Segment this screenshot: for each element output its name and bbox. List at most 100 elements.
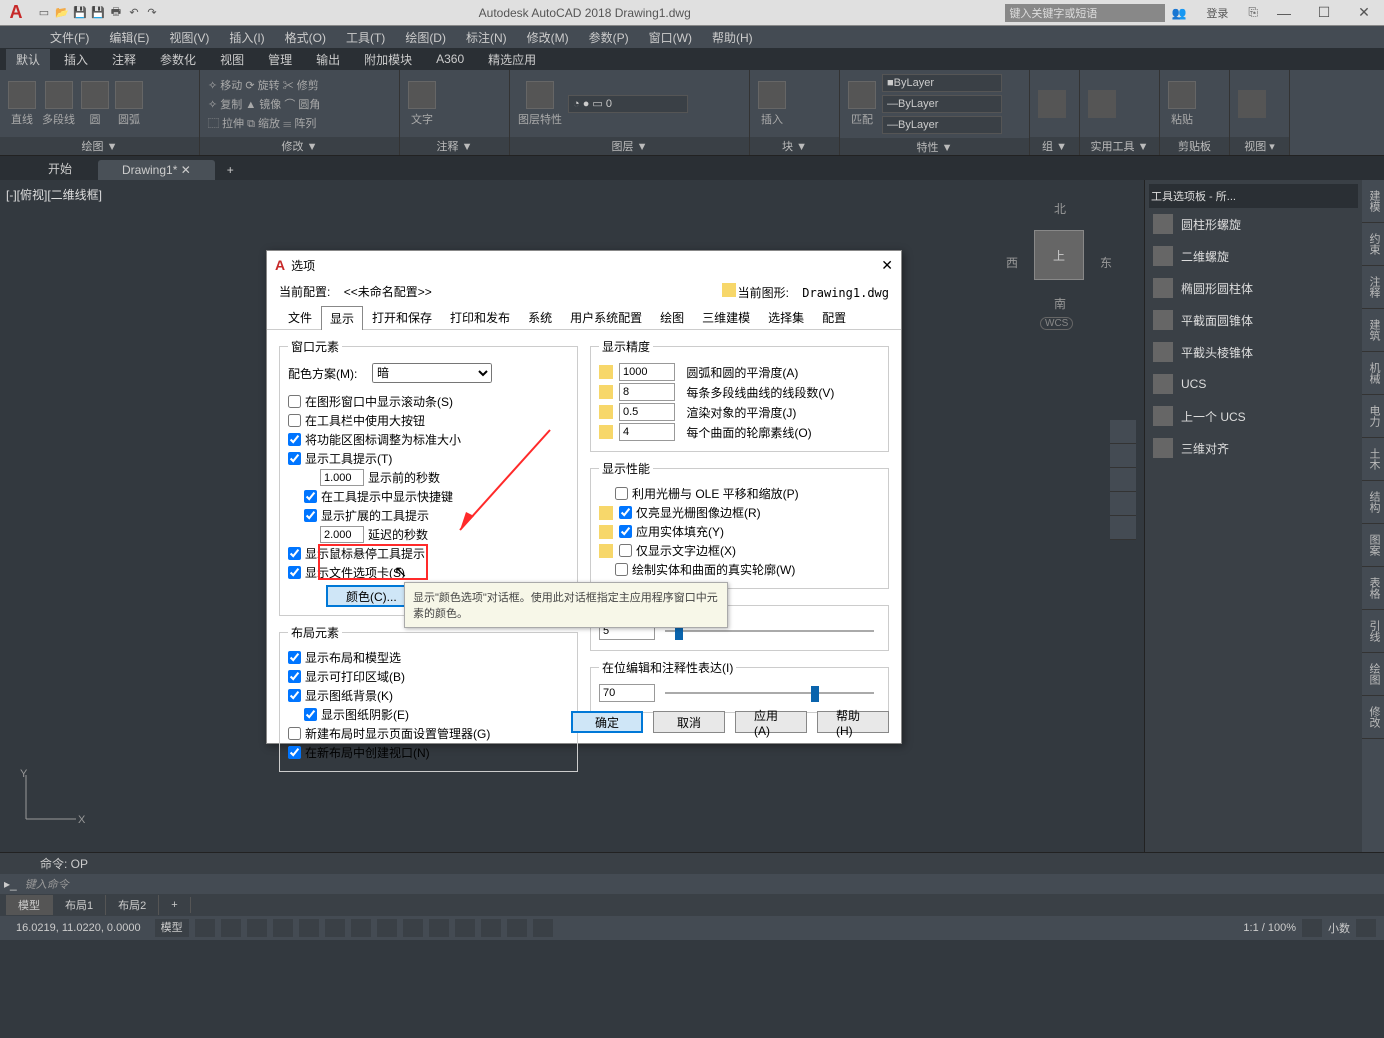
menu-help[interactable]: 帮助(H) — [702, 29, 763, 46]
ribbon-tab-addins[interactable]: 附加模块 — [354, 49, 422, 70]
vtab-hatch[interactable]: 图案 — [1362, 524, 1384, 567]
status-am-icon[interactable] — [533, 919, 553, 937]
vtab-modeling[interactable]: 建模 — [1362, 180, 1384, 223]
vtab-struct[interactable]: 结构 — [1362, 481, 1384, 524]
chk-pagesetup[interactable] — [288, 727, 301, 740]
vtab-arch[interactable]: 建筑 — [1362, 309, 1384, 352]
chk-bigbuttons[interactable] — [288, 414, 301, 427]
palette-item-ellipse-cyl[interactable]: 椭圆形圆柱体 — [1149, 272, 1358, 304]
tool-group[interactable] — [1038, 90, 1066, 118]
vtab-modify[interactable]: 修改 — [1362, 696, 1384, 739]
chk-viewport[interactable] — [288, 746, 301, 759]
menu-view[interactable]: 视图(V) — [159, 29, 219, 46]
status-osnap-icon[interactable] — [299, 919, 319, 937]
status-tpy-icon[interactable] — [455, 919, 475, 937]
chk-paper[interactable] — [288, 689, 301, 702]
panel-layers-label[interactable]: 图层 ▼ — [510, 137, 749, 155]
tab-3dmodeling[interactable]: 三维建模 — [693, 305, 759, 329]
qat-new-icon[interactable]: ▭ — [36, 5, 52, 21]
tool-arc[interactable]: 圆弧 — [115, 81, 143, 127]
tab-drafting[interactable]: 绘图 — [651, 305, 693, 329]
status-snap-icon[interactable] — [221, 919, 241, 937]
chk-extended[interactable] — [304, 509, 317, 522]
tooltip-seconds[interactable]: 1.000 — [320, 469, 364, 486]
lineweight-dropdown[interactable]: — ByLayer — [882, 95, 1002, 113]
modify-row3[interactable]: ⬚ 拉伸 ⧉ 缩放 ☰ 阵列 — [208, 115, 320, 131]
panel-clipboard-label[interactable]: 剪贴板 — [1160, 137, 1229, 155]
palette-item-frustum-cone[interactable]: 平截面圆锥体 — [1149, 304, 1358, 336]
tab-close-icon[interactable]: ✕ — [181, 163, 191, 177]
chk-raster[interactable] — [615, 487, 628, 500]
status-model-button[interactable]: 模型 — [155, 919, 189, 937]
chk-tooltips[interactable] — [288, 452, 301, 465]
layout-model[interactable]: 模型 — [6, 895, 53, 915]
layout-1[interactable]: 布局1 — [53, 895, 106, 915]
signin-button[interactable]: 登录 — [1192, 5, 1242, 21]
tool-base[interactable] — [1238, 90, 1266, 118]
minimize-button[interactable]: — — [1264, 0, 1304, 26]
panel-groups-label[interactable]: 组 ▼ — [1030, 137, 1079, 155]
vtab-elec[interactable]: 电力 — [1362, 395, 1384, 438]
chk-shadow[interactable] — [304, 708, 317, 721]
chk-layout-tabs[interactable] — [288, 651, 301, 664]
ribbon-tab-default[interactable]: 默认 — [6, 49, 50, 70]
layout-add[interactable]: + — [159, 897, 190, 913]
tab-opensave[interactable]: 打开和保存 — [363, 305, 441, 329]
tool-measure[interactable] — [1088, 90, 1116, 118]
tab-plot[interactable]: 打印和发布 — [441, 305, 519, 329]
help-button[interactable]: 帮助(H) — [817, 711, 889, 733]
menu-file[interactable]: 文件(F) — [40, 29, 99, 46]
ribbon-tab-parametric[interactable]: 参数化 — [150, 49, 206, 70]
tab-selection[interactable]: 选择集 — [759, 305, 813, 329]
palette-item-ucs-prev[interactable]: 上一个 UCS — [1149, 400, 1358, 432]
menu-edit[interactable]: 编辑(E) — [99, 29, 159, 46]
qat-redo-icon[interactable]: ↷ — [144, 5, 160, 21]
tab-start[interactable]: 开始 — [24, 157, 96, 180]
menu-modify[interactable]: 修改(M) — [517, 29, 579, 46]
nav-showmotion-icon[interactable] — [1110, 516, 1136, 540]
chk-stdsize[interactable] — [288, 433, 301, 446]
ribbon-tab-featured[interactable]: 精选应用 — [478, 49, 546, 70]
modify-row2[interactable]: ✧ 复制 ▲ 镜像 ⌒ 圆角 — [208, 96, 320, 112]
nav-orbit-icon[interactable] — [1110, 492, 1136, 516]
status-qp-icon[interactable] — [481, 919, 501, 937]
ribbon-tab-annotate[interactable]: 注释 — [102, 49, 146, 70]
chk-silhouette[interactable] — [615, 563, 628, 576]
viewcube[interactable]: 北 西 东 上 南 WCS — [1004, 200, 1114, 330]
render-smooth[interactable]: 0.5 — [619, 403, 675, 421]
ribbon-tab-insert[interactable]: 插入 — [54, 49, 98, 70]
viewcube-top[interactable]: 上 — [1034, 230, 1084, 280]
status-polar-icon[interactable] — [273, 919, 293, 937]
tool-insert[interactable]: 插入 — [758, 81, 786, 127]
palette-item-3dalign[interactable]: 三维对齐 — [1149, 432, 1358, 464]
status-otrack-icon[interactable] — [351, 919, 371, 937]
nav-pan-icon[interactable] — [1110, 444, 1136, 468]
linetype-dropdown[interactable]: — ByLayer — [882, 116, 1002, 134]
tab-drawing1[interactable]: Drawing1* ✕ — [98, 160, 215, 180]
panel-view-label[interactable]: 视图 ▾ — [1230, 137, 1289, 155]
vtab-civil[interactable]: 土木 — [1362, 438, 1384, 481]
tool-matchprop[interactable]: 匹配 — [848, 81, 876, 127]
tool-line[interactable]: 直线 — [8, 81, 36, 127]
ribbon-tab-view[interactable]: 视图 — [210, 49, 254, 70]
extended-seconds[interactable]: 2.000 — [320, 526, 364, 543]
tool-text[interactable]: 文字 — [408, 81, 436, 127]
fade-slider[interactable] — [665, 692, 874, 694]
tab-profiles[interactable]: 配置 — [813, 305, 855, 329]
crosshair-slider[interactable] — [665, 630, 874, 632]
tab-user[interactable]: 用户系统配置 — [561, 305, 651, 329]
layer-dropdown[interactable]: ◔ ● ▭ 0 — [568, 95, 688, 113]
chk-printable[interactable] — [288, 670, 301, 683]
menu-tools[interactable]: 工具(T) — [336, 29, 395, 46]
menu-format[interactable]: 格式(O) — [275, 29, 336, 46]
menu-insert[interactable]: 插入(I) — [219, 29, 274, 46]
status-3dosnap-icon[interactable] — [325, 919, 345, 937]
chk-highlight[interactable] — [619, 506, 632, 519]
apply-button[interactable]: 应用(A) — [735, 711, 807, 733]
chk-shortcut[interactable] — [304, 490, 317, 503]
app-logo[interactable]: A — [0, 0, 32, 26]
arc-smoothness[interactable]: 1000 — [619, 363, 675, 381]
vtab-annotate[interactable]: 注释 — [1362, 266, 1384, 309]
fade-value[interactable]: 70 — [599, 684, 655, 702]
cancel-button[interactable]: 取消 — [653, 711, 725, 733]
